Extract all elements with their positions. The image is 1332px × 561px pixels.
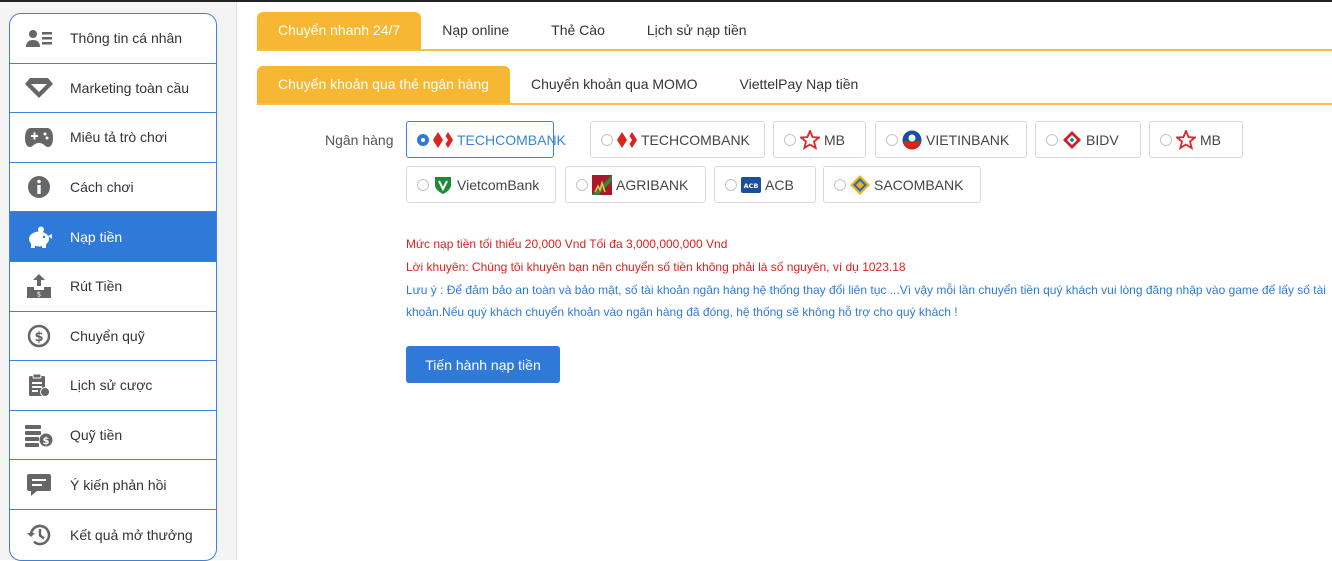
- sidebar-item-label: Quỹ tiền: [70, 427, 123, 444]
- transfer-type-tabs: Chuyển khoản qua thẻ ngân hàng Chuyển kh…: [257, 66, 1332, 105]
- sidebar-item-how-to-play[interactable]: Cách chơi: [10, 163, 216, 213]
- gamepad-icon: [25, 123, 53, 151]
- agribank-logo-icon: [592, 174, 612, 195]
- tab-viettelpay[interactable]: ViettelPay Nạp tiền: [719, 66, 880, 103]
- bank-option-sacombank[interactable]: SACOMBANK: [823, 166, 981, 203]
- sidebar-item-label: Miêu tả trò chơi: [70, 129, 168, 146]
- tab-online-deposit[interactable]: Nạp online: [421, 12, 530, 49]
- piggy-bank-icon: [25, 223, 53, 251]
- techcombank-logo-icon: [617, 130, 637, 150]
- sidebar-item-feedback[interactable]: Ý kiến phản hồi: [10, 460, 216, 510]
- sacombank-logo-icon: [850, 174, 870, 195]
- svg-text:$: $: [37, 291, 41, 299]
- deposit-method-tabs: Chuyển nhanh 24/7 Nạp online Thẻ Cào Lịc…: [257, 12, 1332, 51]
- radio-button[interactable]: [1160, 133, 1172, 146]
- proceed-deposit-button[interactable]: Tiến hành nạp tiền: [406, 346, 560, 383]
- coins-icon: $: [25, 421, 53, 449]
- sidebar-item-transfer[interactable]: $ Chuyển quỹ: [10, 312, 216, 362]
- vietcombank-logo-icon: [433, 175, 453, 195]
- radio-button[interactable]: [886, 133, 898, 146]
- bank-option-mb[interactable]: MB: [773, 121, 866, 158]
- svg-text:ACB: ACB: [744, 182, 759, 190]
- bank-name: MB: [824, 131, 845, 148]
- bank-name: BIDV: [1086, 131, 1119, 148]
- sidebar-item-label: Thông tin cá nhân: [70, 30, 183, 47]
- user-card-icon: [25, 24, 53, 52]
- sidebar-item-label: Ý kiến phản hồi: [70, 476, 167, 493]
- bank-option-techcombank[interactable]: TECHCOMBANK: [406, 121, 566, 158]
- sidebar-item-label: Marketing toàn cầu: [70, 79, 190, 96]
- bank-name: TECHCOMBANK: [457, 131, 566, 148]
- bank-name: VietcomBank: [457, 176, 540, 193]
- chat-icon: [25, 471, 53, 499]
- radio-button[interactable]: [1046, 133, 1058, 146]
- diamond-icon: [25, 74, 53, 102]
- radio-button[interactable]: [417, 178, 429, 191]
- bank-option-mb-2[interactable]: MB: [1149, 121, 1243, 158]
- techcombank-logo-icon: [433, 130, 453, 150]
- bank-option-vietinbank[interactable]: VIETINBANK: [875, 121, 1027, 158]
- bank-option-techcombank-2[interactable]: TECHCOMBANK: [590, 121, 765, 158]
- sidebar-item-label: Chuyển quỹ: [70, 327, 145, 344]
- sidebar-item-label: Rút Tiền: [70, 278, 123, 295]
- bank-name: AGRIBANK: [616, 176, 689, 193]
- sidebar-item-label: Kết quả mở thưởng: [70, 526, 193, 543]
- vietinbank-logo-icon: [902, 130, 922, 150]
- clipboard-icon: [25, 371, 53, 399]
- withdraw-icon: $: [25, 272, 53, 300]
- sidebar-item-profile[interactable]: Thông tin cá nhân: [10, 14, 216, 64]
- history-icon: [25, 521, 53, 549]
- tab-deposit-history[interactable]: Lịch sử nạp tiền: [626, 12, 768, 49]
- deposit-limits-note: Mức nạp tiền tối thiểu 20,000 Vnd Tối đa…: [406, 237, 728, 251]
- svg-text:$: $: [34, 330, 43, 345]
- radio-button[interactable]: [417, 133, 429, 146]
- bank-name: TECHCOMBANK: [641, 131, 750, 148]
- sidebar-item-bet-history[interactable]: Lịch sử cược: [10, 361, 216, 411]
- sidebar-item-label: Lịch sử cược: [70, 377, 153, 394]
- radio-button[interactable]: [725, 178, 737, 191]
- bank-name: SACOMBANK: [874, 176, 964, 193]
- svg-text:$: $: [43, 436, 50, 447]
- radio-button[interactable]: [576, 178, 588, 191]
- tab-scratch-card[interactable]: Thẻ Cào: [530, 12, 626, 49]
- sidebar-item-funds[interactable]: $ Quỹ tiền: [10, 411, 216, 461]
- bank-name: ACB: [765, 176, 794, 193]
- advice-note: Lời khuyên: Chúng tôi khuyên bạn nên chu…: [406, 260, 906, 274]
- sidebar-item-marketing[interactable]: Marketing toàn cầu: [10, 64, 216, 114]
- sidebar-menu: Thông tin cá nhân Marketing toàn cầu Miê…: [9, 13, 217, 561]
- transfer-icon: $: [25, 322, 53, 350]
- radio-button[interactable]: [601, 133, 613, 146]
- bank-name: VIETINBANK: [926, 131, 1010, 148]
- bank-option-agribank[interactable]: AGRIBANK: [565, 166, 706, 203]
- main-content: Chuyển nhanh 24/7 Nạp online Thẻ Cào Lịc…: [257, 0, 1332, 560]
- info-icon: [25, 173, 53, 201]
- sidebar-item-label: Nạp tiền: [70, 228, 123, 245]
- bank-name: MB: [1200, 131, 1221, 148]
- sidebar-item-label: Cách chơi: [70, 179, 134, 196]
- mb-star-icon: [1176, 129, 1196, 150]
- tab-fast-transfer[interactable]: Chuyển nhanh 24/7: [257, 12, 422, 49]
- bank-option-bidv[interactable]: BIDV: [1035, 121, 1141, 158]
- acb-logo-icon: ACB: [741, 175, 761, 195]
- bidv-logo-icon: [1062, 130, 1082, 150]
- mb-star-icon: [800, 129, 820, 150]
- warning-note: Lưu ý : Để đảm bảo an toàn và bảo mật, s…: [406, 283, 1326, 319]
- sidebar-panel: Thông tin cá nhân Marketing toàn cầu Miê…: [0, 2, 237, 561]
- bank-option-vietcombank[interactable]: VietcomBank: [406, 166, 556, 203]
- tab-bank-card-transfer[interactable]: Chuyển khoản qua thẻ ngân hàng: [257, 66, 510, 103]
- sidebar-item-deposit[interactable]: Nạp tiền: [10, 212, 216, 262]
- sidebar-item-game-description[interactable]: Miêu tả trò chơi: [10, 113, 216, 163]
- radio-button[interactable]: [834, 178, 846, 191]
- sidebar-item-results[interactable]: Kết quả mở thưởng: [10, 510, 216, 560]
- sidebar-item-withdraw[interactable]: $ Rút Tiền: [10, 262, 216, 312]
- bank-option-acb[interactable]: ACB ACB: [714, 166, 816, 203]
- bank-label: Ngân hàng: [325, 132, 394, 148]
- tab-momo-transfer[interactable]: Chuyển khoản qua MOMO: [510, 66, 719, 103]
- radio-button[interactable]: [784, 133, 796, 146]
